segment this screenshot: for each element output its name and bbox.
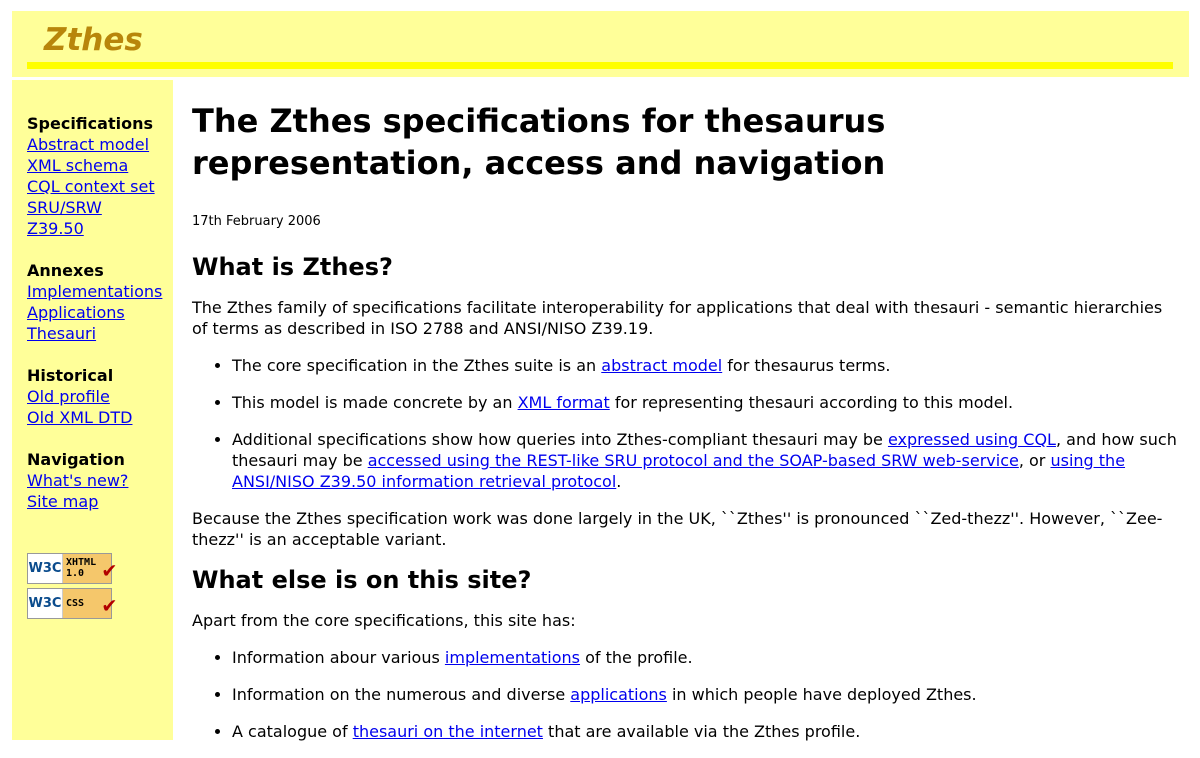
badge-kind-text: CSS: [66, 598, 85, 609]
list-item-text: for representing thesauri according to t…: [609, 393, 1014, 412]
core-spec-list: The core specification in the Zthes suit…: [192, 355, 1177, 492]
sidebar-group-historical: Historical Old profile Old XML DTD: [27, 365, 132, 428]
sidebar-link-old-profile[interactable]: Old profile: [27, 386, 132, 407]
sidebar-link-abstract-model[interactable]: Abstract model: [27, 134, 155, 155]
list-item-text: A catalogue of: [232, 722, 353, 741]
section-heading-what-else: What else is on this site?: [192, 566, 532, 594]
pronunciation-paragraph: Because the Zthes specification work was…: [192, 509, 1163, 549]
site-header: Zthes: [12, 11, 1189, 77]
sidebar-group-title: Navigation: [27, 450, 125, 469]
sidebar-group-title: Annexes: [27, 261, 104, 280]
list-item-text: that are available via the Zthes profile…: [542, 722, 861, 741]
list-item-text: This model is made concrete by an: [232, 393, 518, 412]
sidebar-link-applications[interactable]: Applications: [27, 302, 162, 323]
sidebar-link-whats-new[interactable]: What's new?: [27, 470, 128, 491]
sidebar-link-cql-context-set[interactable]: CQL context set: [27, 176, 155, 197]
sidebar-link-sru-srw[interactable]: SRU/SRW: [27, 197, 155, 218]
list-item-text: .: [616, 472, 622, 491]
page-title: The Zthes specifications for thesaurus r…: [192, 102, 886, 182]
main-content: The Zthes specifications for thesaurus r…: [192, 100, 1177, 758]
abstract-model-link[interactable]: abstract model: [601, 356, 722, 375]
list-item-text: Additional specifications show how queri…: [232, 430, 888, 449]
site-logo[interactable]: Zthes: [44, 22, 143, 58]
badge-kind-text: XHTML 1.0: [66, 557, 97, 579]
sidebar-group-title: Specifications: [27, 114, 153, 133]
sidebar-link-thesauri[interactable]: Thesauri: [27, 323, 162, 344]
list-item: The core specification in the Zthes suit…: [232, 355, 1177, 376]
list-item-text: The core specification in the Zthes suit…: [232, 356, 602, 375]
list-item: This model is made concrete by an XML fo…: [232, 392, 1177, 413]
sidebar-link-site-map[interactable]: Site map: [27, 491, 128, 512]
site-contents-list: Information abour various implementation…: [192, 647, 1177, 742]
header-divider-bar: [27, 62, 1173, 69]
list-item: A catalogue of thesauri on the internet …: [232, 721, 1177, 742]
badge-kind-label: XHTML 1.0 ✔: [63, 554, 116, 583]
list-item-text: , or: [1018, 451, 1051, 470]
w3c-xhtml-valid-badge[interactable]: W3C XHTML 1.0 ✔: [27, 553, 116, 584]
w3c-logo: W3C: [28, 554, 63, 583]
section-heading-what-is-zthes: What is Zthes?: [192, 253, 393, 281]
list-item-text: of the profile.: [580, 648, 693, 667]
sru-srw-link[interactable]: accessed using the REST-like SRU protoco…: [368, 451, 1019, 470]
badge-kind-label: CSS ✔: [63, 589, 116, 618]
thesauri-link[interactable]: thesauri on the internet: [353, 722, 543, 741]
publication-date: 17th February 2006: [192, 214, 321, 229]
list-item-text: in which people have deployed Zthes.: [666, 685, 977, 704]
sidebar-group-navigation: Navigation What's new? Site map: [27, 449, 128, 512]
list-item-text: for thesaurus terms.: [722, 356, 891, 375]
sidebar-group-specifications: Specifications Abstract model XML schema…: [27, 113, 155, 239]
cql-link[interactable]: expressed using CQL: [888, 430, 1056, 449]
implementations-link[interactable]: implementations: [445, 648, 580, 667]
sidebar-link-z3950[interactable]: Z39.50: [27, 218, 155, 239]
checkmark-icon: ✔: [102, 593, 116, 618]
applications-link[interactable]: applications: [570, 685, 667, 704]
sidebar: Specifications Abstract model XML schema…: [12, 80, 173, 740]
list-item: Information abour various implementation…: [232, 647, 1177, 668]
intro-paragraph: The Zthes family of specifications facil…: [192, 298, 1163, 338]
list-item: Additional specifications show how queri…: [232, 429, 1177, 492]
xml-format-link[interactable]: XML format: [518, 393, 610, 412]
list-item: Information on the numerous and diverse …: [232, 684, 1177, 705]
sidebar-group-annexes: Annexes Implementations Applications The…: [27, 260, 162, 344]
w3c-css-valid-badge[interactable]: W3C CSS ✔: [27, 588, 116, 619]
list-item-text: Information abour various: [232, 648, 445, 667]
site-contents-intro: Apart from the core specifications, this…: [192, 611, 576, 630]
list-item-text: Information on the numerous and diverse: [232, 685, 571, 704]
sidebar-link-old-xml-dtd[interactable]: Old XML DTD: [27, 407, 132, 428]
sidebar-link-xml-schema[interactable]: XML schema: [27, 155, 155, 176]
sidebar-link-implementations[interactable]: Implementations: [27, 281, 162, 302]
sidebar-group-title: Historical: [27, 366, 114, 385]
w3c-logo: W3C: [28, 589, 63, 618]
checkmark-icon: ✔: [102, 558, 116, 583]
